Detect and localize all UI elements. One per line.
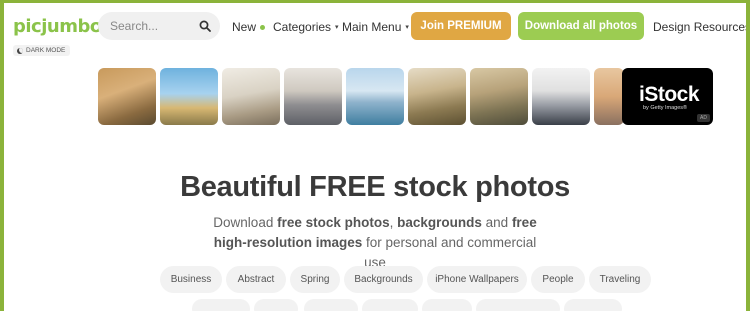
- tag-backgrounds[interactable]: Backgrounds: [344, 266, 423, 293]
- tag-traveling[interactable]: Traveling: [589, 266, 651, 293]
- hero-subtitle-bold: free stock photos: [277, 215, 390, 230]
- hero-subtitle-text: ,: [389, 215, 398, 230]
- new-indicator-dot: [260, 24, 266, 30]
- tag-spring[interactable]: Spring: [290, 266, 340, 293]
- photo-thumbnail[interactable]: [532, 68, 590, 125]
- photo-thumbnail[interactable]: [594, 68, 624, 125]
- nav-new-label: New: [232, 20, 257, 34]
- tag-chip[interactable]: [422, 299, 472, 311]
- photo-thumbnail[interactable]: [222, 68, 280, 125]
- tag-business[interactable]: Business: [160, 266, 222, 293]
- nav-categories[interactable]: Categories ▾: [273, 20, 339, 34]
- search-icon[interactable]: [199, 20, 211, 32]
- search-box[interactable]: [98, 12, 220, 40]
- logo[interactable]: picjumbo: [13, 16, 102, 37]
- hero-subtitle-bold: backgrounds: [397, 215, 482, 230]
- tag-chip[interactable]: [192, 299, 250, 311]
- tag-abstract[interactable]: Abstract: [226, 266, 286, 293]
- tag-chip[interactable]: [304, 299, 358, 311]
- tag-iphone-wallpapers[interactable]: iPhone Wallpapers: [427, 266, 527, 293]
- photo-thumbnail[interactable]: [408, 68, 466, 125]
- tag-chip[interactable]: [564, 299, 622, 311]
- photo-thumbnail[interactable]: [160, 68, 218, 125]
- moon-icon: [17, 47, 23, 54]
- search-input[interactable]: [108, 18, 202, 34]
- nav-design-resources-label: Design Resources: [653, 20, 746, 34]
- join-premium-button[interactable]: Join PREMIUM: [411, 12, 511, 40]
- hero-subtitle-text: for personal and commercial use: [362, 235, 537, 270]
- hero-title: Beautiful FREE stock photos: [180, 171, 570, 203]
- istock-ad[interactable]: iStock by Getty Images® AD: [622, 68, 713, 125]
- istock-logo: iStock: [639, 83, 700, 106]
- ad-badge: AD: [697, 114, 710, 122]
- tag-chip[interactable]: [476, 299, 560, 311]
- photo-thumbnail[interactable]: [346, 68, 404, 125]
- nav-main-menu[interactable]: Main Menu ▾: [342, 20, 409, 34]
- hero-subtitle-text: and: [481, 215, 512, 230]
- tag-chip[interactable]: [362, 299, 418, 311]
- dark-mode-label: DARK MODE: [26, 47, 66, 54]
- nav-new[interactable]: New: [232, 20, 266, 34]
- page-frame: picjumbo DARK MODE New Categories ▾ Main…: [4, 3, 746, 311]
- download-all-button[interactable]: Download all photos: [518, 12, 644, 40]
- photo-thumbnail[interactable]: [470, 68, 528, 125]
- photo-thumbnail[interactable]: [98, 68, 156, 125]
- hero-subtitle-text: Download: [213, 215, 278, 230]
- tag-chip[interactable]: [254, 299, 298, 311]
- chevron-down-icon: ▾: [405, 24, 409, 31]
- photo-thumbnail[interactable]: [284, 68, 342, 125]
- nav-design-resources[interactable]: Design Resources: [653, 20, 746, 34]
- dark-mode-toggle[interactable]: DARK MODE: [13, 45, 71, 56]
- nav-categories-label: Categories: [273, 20, 332, 34]
- istock-subtitle: by Getty Images®: [643, 105, 688, 111]
- nav-main-menu-label: Main Menu: [342, 20, 402, 34]
- hero-subtitle: Download free stock photos, backgrounds …: [204, 213, 546, 273]
- tag-people[interactable]: People: [531, 266, 585, 293]
- chevron-down-icon: ▾: [335, 24, 339, 31]
